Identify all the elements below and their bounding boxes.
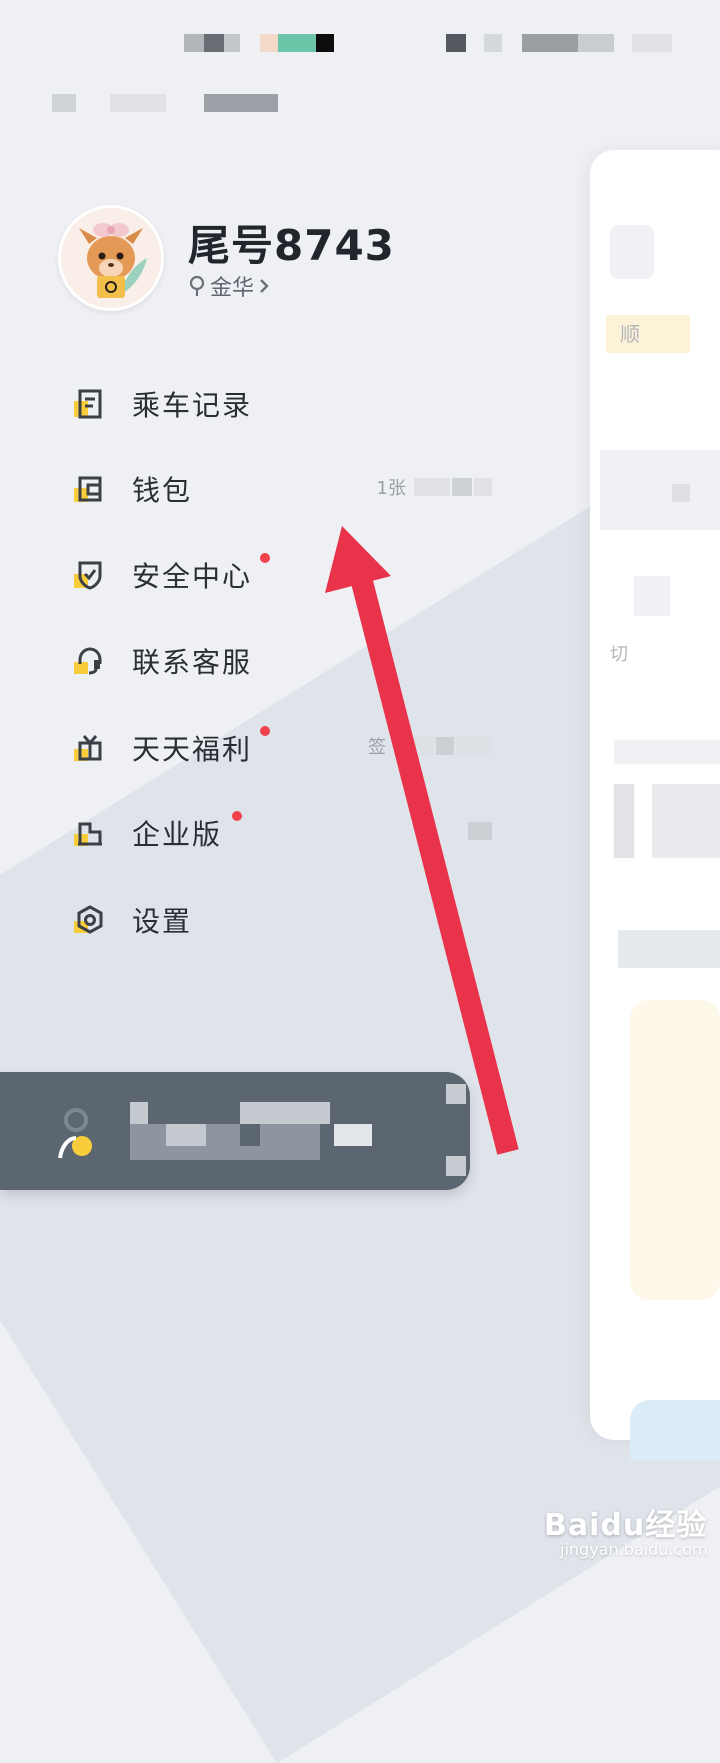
menu-item-daily-benefits[interactable]: 天天福利 签 bbox=[72, 720, 492, 776]
location-label: 金华 bbox=[210, 276, 255, 301]
menu-item-trip-record[interactable]: 乘车记录 bbox=[72, 376, 492, 432]
menu-label: 联系客服 bbox=[132, 646, 253, 679]
background-button bbox=[630, 1400, 720, 1460]
promo-banner[interactable] bbox=[0, 1072, 470, 1190]
daily-benefits-summary-text: 签 bbox=[368, 737, 386, 758]
avatar[interactable] bbox=[58, 205, 164, 311]
menu-item-settings[interactable]: 设置 bbox=[72, 892, 492, 948]
watermark-url: jingyan.baidu.com bbox=[560, 1540, 708, 1559]
background-avatar bbox=[610, 225, 654, 279]
gift-icon bbox=[72, 731, 106, 765]
location-pin-icon bbox=[189, 275, 205, 296]
deer-mascot-icon bbox=[61, 208, 161, 308]
side-drawer: 尾号8743 金华 乘车记录 钱包 1张 安全中心 联系客服 天天福利 签 企业… bbox=[0, 0, 560, 1600]
building-icon bbox=[72, 816, 106, 850]
menu-label: 天天福利 bbox=[132, 733, 253, 766]
menu-item-enterprise[interactable]: 企业版 bbox=[72, 805, 492, 861]
location-selector[interactable]: 金华 bbox=[188, 270, 270, 302]
username[interactable]: 尾号8743 bbox=[188, 212, 395, 273]
notification-dot bbox=[232, 811, 242, 821]
background-label-1: 顺 bbox=[620, 322, 640, 346]
wallet-summary: 1张 bbox=[376, 477, 492, 499]
headset-icon bbox=[72, 644, 106, 678]
background-label-2: 切 bbox=[610, 644, 628, 665]
wallet-icon bbox=[72, 472, 106, 506]
enterprise-summary bbox=[466, 821, 492, 841]
gear-icon bbox=[72, 903, 106, 937]
menu-label: 企业版 bbox=[132, 818, 223, 851]
daily-benefits-summary: 签 bbox=[368, 736, 492, 758]
menu-item-customer-service[interactable]: 联系客服 bbox=[72, 633, 492, 689]
user-upgrade-icon bbox=[58, 1108, 92, 1159]
menu-item-security-center[interactable]: 安全中心 bbox=[72, 547, 492, 603]
wallet-summary-text: 1张 bbox=[376, 478, 406, 499]
menu-label: 设置 bbox=[132, 905, 193, 938]
menu-label: 乘车记录 bbox=[132, 389, 253, 422]
trip-record-icon bbox=[72, 387, 106, 421]
shield-icon bbox=[72, 558, 106, 592]
notification-dot bbox=[260, 726, 270, 736]
background-banner bbox=[630, 1000, 720, 1300]
notification-dot bbox=[260, 553, 270, 563]
menu-label: 钱包 bbox=[132, 474, 193, 507]
menu-item-wallet[interactable]: 钱包 1张 bbox=[72, 461, 492, 517]
baidu-jingyan-watermark: Baidu经验 bbox=[544, 1508, 708, 1543]
chevron-right-icon bbox=[260, 279, 269, 293]
menu-label: 安全中心 bbox=[132, 560, 253, 593]
